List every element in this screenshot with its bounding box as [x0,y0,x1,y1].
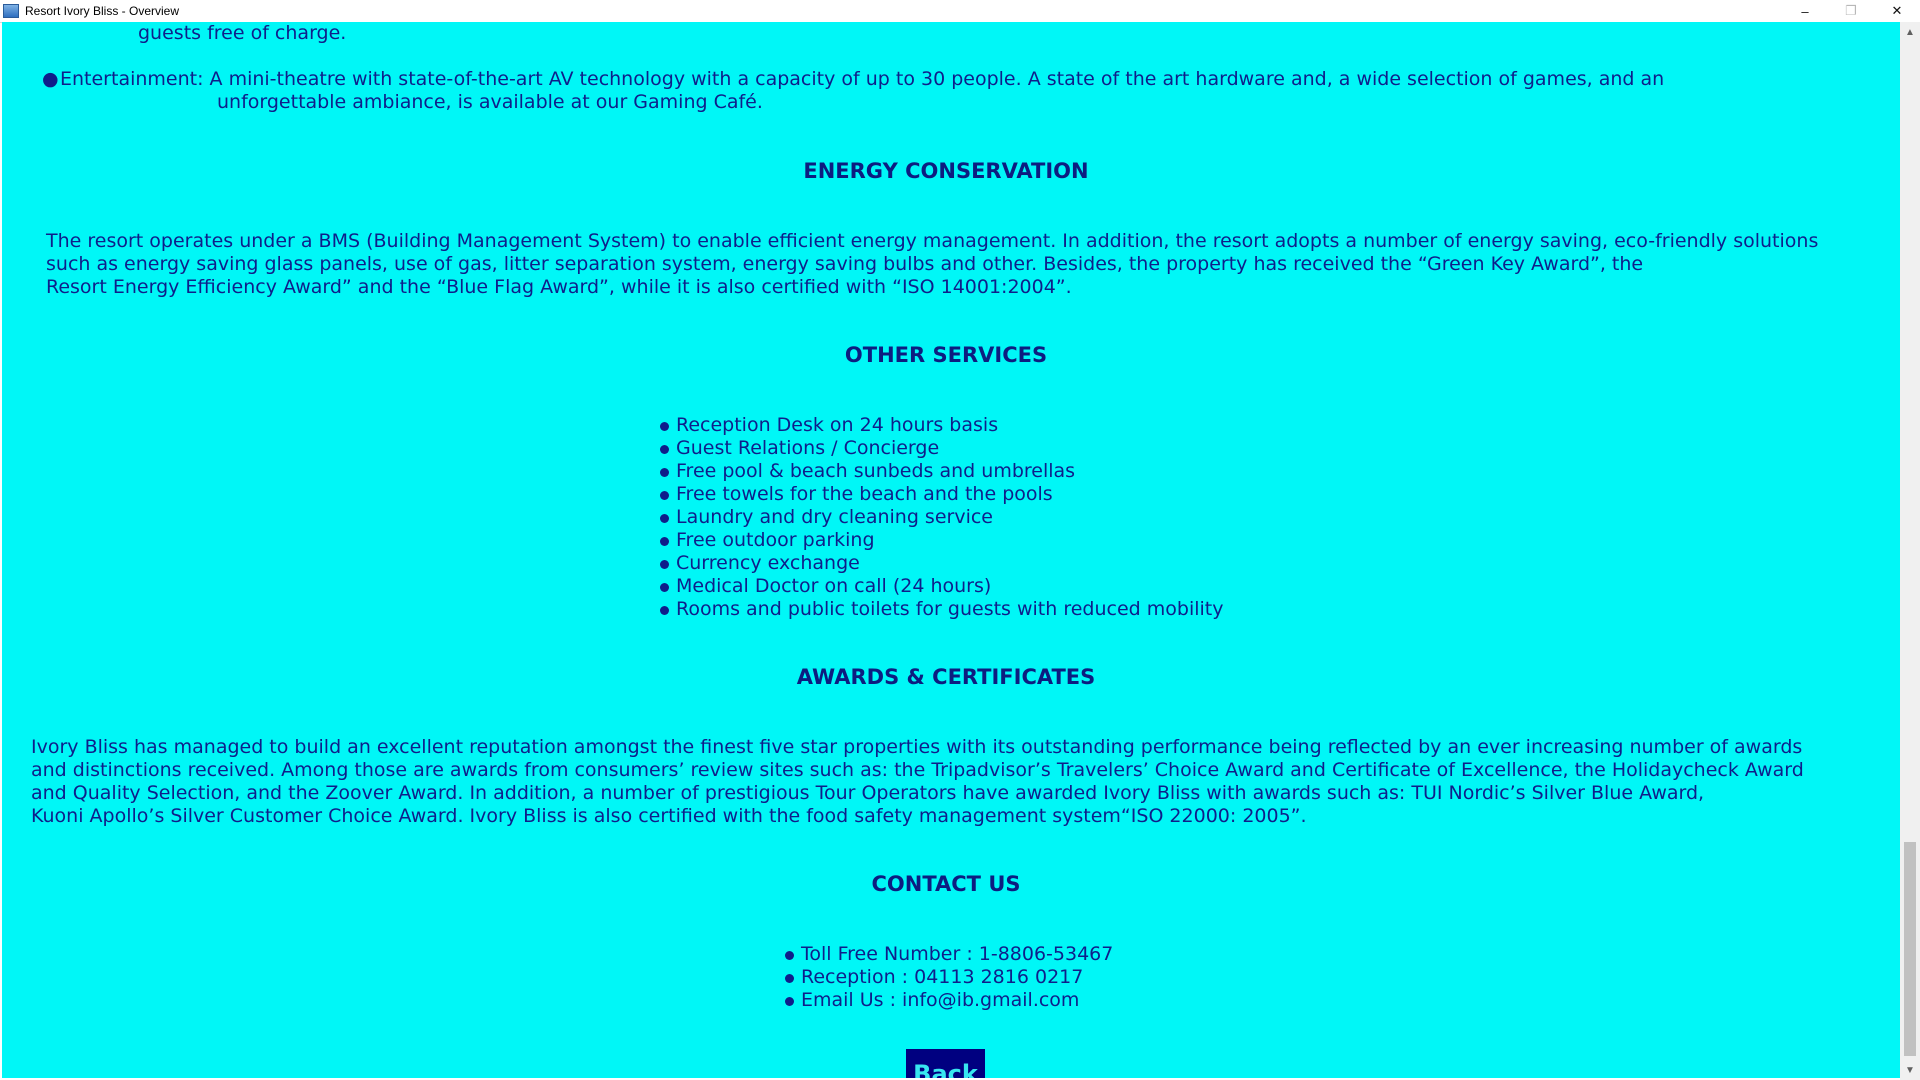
content-viewport: guests free of charge. ● Entertainment: … [2,22,1900,1078]
awards-line: and distinctions received. Among those a… [31,759,1804,781]
window-title: Resort Ivory Bliss - Overview [25,4,180,18]
back-button[interactable]: Back [906,1049,985,1078]
list-item: Guest Relations / Concierge [659,437,1223,460]
entertainment-line-2: unforgettable ambiance, is available at … [217,91,763,113]
list-item: Rooms and public toilets for guests with… [659,598,1223,621]
list-item: Reception Desk on 24 hours basis [659,414,1223,437]
facilities-previous-tail: guests free of charge. [138,22,347,44]
contact-item-email: Email Us : info@ib.gmail.com [784,989,1113,1012]
list-item: Laundry and dry cleaning service [659,506,1223,529]
energy-line: Resort Energy Efficiency Award” and the … [46,276,1072,298]
awards-line: Kuoni Apollo’s Silver Customer Choice Aw… [31,805,1307,827]
window-controls: – ❐ ✕ [1782,0,1920,22]
scroll-up-arrow-icon[interactable]: ▲ [1900,22,1920,42]
list-item: Free outdoor parking [659,529,1223,552]
energy-line: such as energy saving glass panels, use … [46,253,1644,275]
bullet: ● [42,68,59,90]
app-icon [3,4,19,18]
contact-heading: CONTACT US [871,872,1021,896]
contact-item-toll-free: Toll Free Number : 1-8806-53467 [784,943,1113,966]
services-list: Reception Desk on 24 hours basis Guest R… [659,414,1223,621]
awards-heading: AWARDS & CERTIFICATES [796,665,1096,689]
list-item: Free towels for the beach and the pools [659,483,1223,506]
window-title-bar: Resort Ivory Bliss - Overview – ❐ ✕ [0,0,1920,23]
scroll-down-arrow-icon[interactable]: ▼ [1900,1060,1920,1080]
vertical-scrollbar[interactable]: ▲ ▼ [1900,22,1920,1080]
energy-heading: ENERGY CONSERVATION [803,159,1089,183]
close-button[interactable]: ✕ [1874,0,1920,22]
awards-line: and Quality Selection, and the Zoover Aw… [31,782,1705,804]
energy-paragraph: The resort operates under a BMS (Buildin… [46,230,1818,299]
contact-item-reception: Reception : 04113 2816 0217 [784,966,1113,989]
minimize-button[interactable]: – [1782,0,1828,22]
list-item: Medical Doctor on call (24 hours) [659,575,1223,598]
list-item: Free pool & beach sunbeds and umbrellas [659,460,1223,483]
list-item: Currency exchange [659,552,1223,575]
awards-line: Ivory Bliss has managed to build an exce… [31,736,1803,758]
services-heading: OTHER SERVICES [844,343,1048,367]
contact-list: Toll Free Number : 1-8806-53467 Receptio… [784,943,1113,1012]
scroll-thumb[interactable] [1904,842,1916,1056]
energy-line: The resort operates under a BMS (Buildin… [46,230,1819,252]
awards-paragraph: Ivory Bliss has managed to build an exce… [31,736,1804,828]
entertainment-line-1: Entertainment: A mini-theatre with state… [60,68,1665,90]
restore-button[interactable]: ❐ [1828,0,1874,22]
